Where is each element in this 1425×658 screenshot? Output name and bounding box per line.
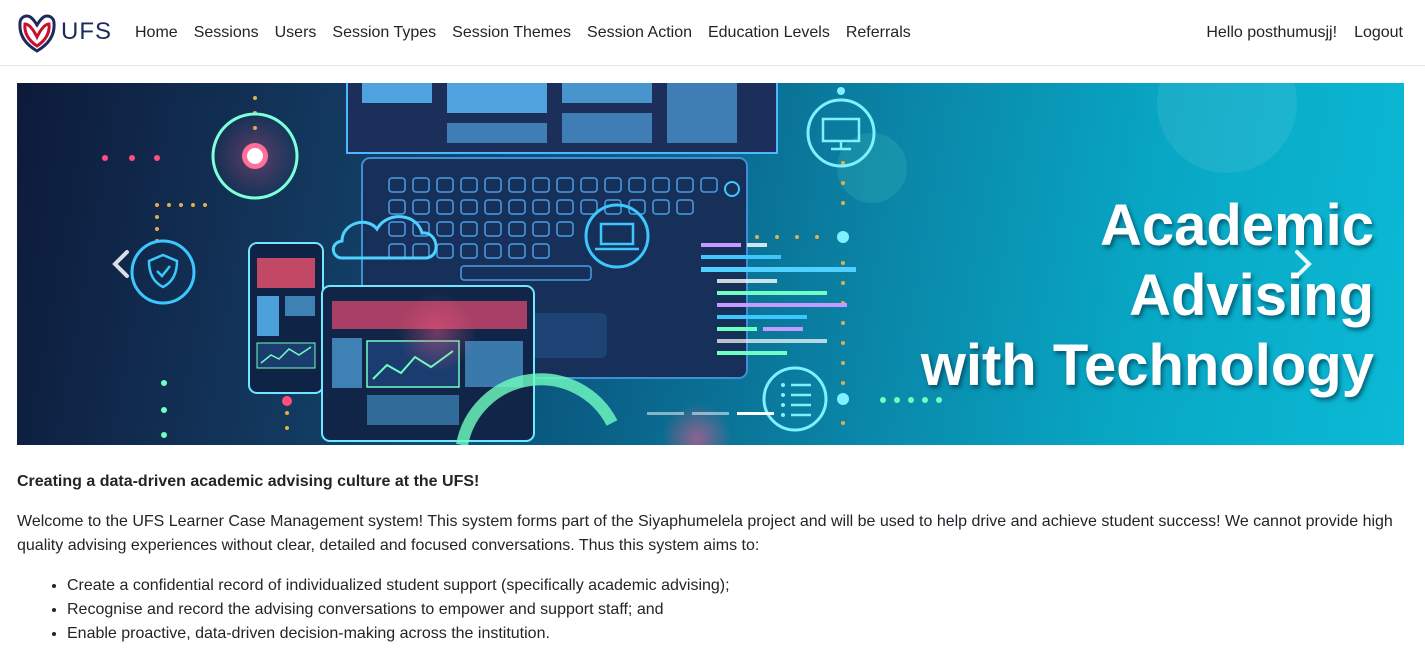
ufs-shield-logo-icon [18,14,56,53]
nav-item-sessions[interactable]: Sessions [186,22,267,44]
aims-list: Create a confidential record of individu… [17,574,1407,646]
nav-item-session-types[interactable]: Session Types [324,22,444,44]
nav-item-home[interactable]: Home [127,22,186,44]
top-navbar: UFS Home Sessions Users Session Types Se… [0,0,1425,66]
user-greeting-link[interactable]: Hello posthumusjj! [1189,22,1337,44]
user-nav: Hello posthumusjj! Logout [1189,22,1403,44]
chevron-left-icon [112,250,129,278]
list-item: Create a confidential record of individu… [67,574,1407,598]
carousel-indicator-1[interactable] [647,412,684,415]
nav-item-referrals[interactable]: Referrals [838,22,919,44]
carousel-indicators [647,412,782,415]
hero-carousel: Academic Advising with Technology [17,83,1404,445]
intro-paragraph: Welcome to the UFS Learner Case Manageme… [17,513,1393,554]
nav-item-session-action[interactable]: Session Action [579,22,700,44]
list-item: Recognise and record the advising conver… [67,598,1407,622]
list-item: Enable proactive, data-driven decision-m… [67,622,1407,646]
carousel-prev-button[interactable] [107,246,137,282]
nav-item-session-themes[interactable]: Session Themes [444,22,579,44]
main-content: Creating a data-driven academic advising… [17,470,1407,646]
main-nav: Home Sessions Users Session Types Sessio… [127,22,919,44]
carousel-indicator-3[interactable] [737,412,774,415]
nav-item-education-levels[interactable]: Education Levels [700,22,838,44]
slide-title-line-2: with Technology [920,333,1374,398]
slide-caption: Academic Advising with Technology [854,191,1374,401]
carousel-indicator-2[interactable] [692,412,729,415]
chevron-right-icon [1295,250,1312,278]
page-heading: Creating a data-driven academic advising… [17,473,480,490]
brand[interactable]: UFS [17,10,112,54]
logout-link[interactable]: Logout [1337,22,1403,44]
nav-item-users[interactable]: Users [267,22,325,44]
carousel-next-button[interactable] [1287,246,1317,282]
brand-name: UFS [61,18,112,45]
